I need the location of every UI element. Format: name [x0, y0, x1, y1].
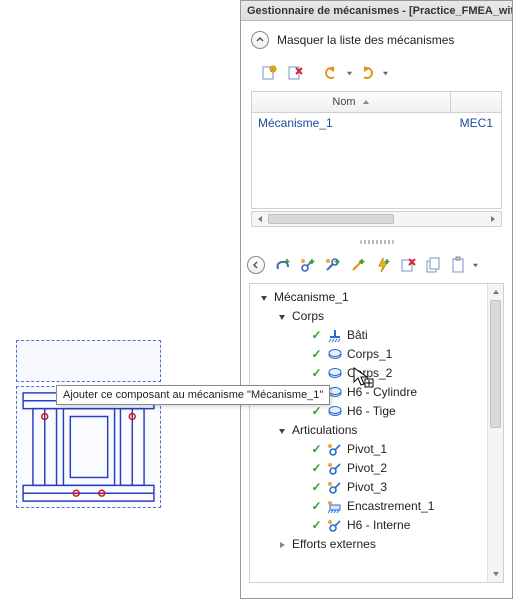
tree-toolbar	[241, 247, 512, 281]
tree-root[interactable]: Mécanisme_1	[274, 288, 349, 307]
check-icon: ✓	[310, 364, 323, 383]
tree-item[interactable]: Pivot_1	[347, 440, 387, 459]
collapse-list-button[interactable]	[251, 31, 269, 49]
collapse-tree-button[interactable]	[247, 256, 265, 274]
scroll-thumb[interactable]	[268, 214, 394, 224]
tree-collapse-icon[interactable]	[276, 539, 288, 551]
undo-dropdown[interactable]	[345, 70, 353, 77]
check-icon: ✓	[310, 440, 323, 459]
clipboard-button[interactable]	[446, 253, 470, 277]
edit-joint-button[interactable]	[321, 253, 345, 277]
mechanism-code: MEC1	[445, 116, 495, 130]
check-icon: ✓	[310, 516, 323, 535]
check-icon: ✓	[310, 497, 323, 516]
tree-item[interactable]: Pivot_2	[347, 459, 387, 478]
cursor-arrow-add-icon	[352, 366, 374, 388]
new-mechanism-button[interactable]	[257, 61, 281, 85]
lightning-button[interactable]	[371, 253, 395, 277]
mechanism-list-header[interactable]: Nom	[251, 91, 502, 113]
tree-view[interactable]: Mécanisme_1 Corps ✓Bâti✓Corps_1✓Corps_2✓…	[249, 283, 504, 583]
check-icon: ✓	[310, 478, 323, 497]
tree-bodies-group[interactable]: Corps	[292, 307, 324, 326]
tree-efforts-group[interactable]: Efforts externes	[292, 535, 376, 554]
tree-item[interactable]: H6 - Interne	[347, 516, 410, 535]
scroll-down-icon[interactable]	[488, 566, 503, 582]
tree-item[interactable]: H6 - Tige	[347, 402, 396, 421]
redo-dropdown[interactable]	[381, 70, 389, 77]
mechanism-name: Mécanisme_1	[258, 116, 445, 130]
check-icon: ✓	[310, 459, 323, 478]
tree-expand-icon[interactable]	[258, 292, 270, 304]
tree-item[interactable]: Encastrement_1	[347, 497, 434, 516]
scroll-right-icon[interactable]	[485, 212, 501, 226]
mechanism-list[interactable]: Mécanisme_1 MEC1	[251, 113, 502, 209]
probe-button[interactable]	[346, 253, 370, 277]
scroll-thumb[interactable]	[490, 300, 501, 428]
pivot-icon	[327, 461, 343, 477]
pivot-icon	[327, 480, 343, 496]
drop-tooltip: Ajouter ce composant au mécanisme "Mécan…	[56, 385, 330, 405]
fixed-icon	[327, 499, 343, 515]
sort-asc-icon	[362, 98, 370, 106]
mechanism-row[interactable]: Mécanisme_1 MEC1	[252, 113, 501, 133]
body-icon	[327, 366, 343, 382]
panel-titlebar[interactable]: Gestionnaire de mécanismes - [Practice_F…	[241, 1, 512, 21]
hide-list-label: Masquer la liste des mécanismes	[277, 33, 454, 47]
box-x-button[interactable]	[396, 253, 420, 277]
copy-button[interactable]	[421, 253, 445, 277]
add-joint-button[interactable]	[296, 253, 320, 277]
undo-button[interactable]	[319, 61, 343, 85]
scroll-left-icon[interactable]	[252, 212, 268, 226]
tree-item[interactable]: Pivot_3	[347, 478, 387, 497]
check-icon: ✓	[310, 345, 323, 364]
tree-expand-icon[interactable]	[276, 311, 288, 323]
tree-item[interactable]: Bâti	[347, 326, 368, 345]
h-scrollbar[interactable]	[251, 211, 502, 227]
tree-expand-icon[interactable]	[276, 425, 288, 437]
mechanism-toolbar	[251, 57, 502, 91]
body-icon	[327, 404, 343, 420]
mechanism-manager-panel: Gestionnaire de mécanismes - [Practice_F…	[240, 0, 513, 599]
splitter[interactable]	[241, 239, 512, 245]
column-name-header: Nom	[332, 96, 355, 108]
clipboard-dropdown[interactable]	[471, 262, 479, 269]
pivot-icon	[327, 442, 343, 458]
scroll-up-icon[interactable]	[488, 284, 503, 300]
v-scrollbar[interactable]	[487, 284, 503, 582]
tree-item[interactable]: Corps_1	[347, 345, 392, 364]
body-icon	[327, 347, 343, 363]
delete-mechanism-button[interactable]	[283, 61, 307, 85]
pivot-icon	[327, 518, 343, 534]
check-icon: ✓	[310, 326, 323, 345]
tree-joints-group[interactable]: Articulations	[292, 421, 357, 440]
panel-title: Gestionnaire de mécanismes - [Practice_F…	[247, 5, 512, 17]
ground-icon	[327, 328, 343, 344]
redo-button[interactable]	[355, 61, 379, 85]
schematic-area	[16, 350, 161, 520]
selection-marquee[interactable]	[16, 340, 161, 382]
add-body-button[interactable]	[271, 253, 295, 277]
